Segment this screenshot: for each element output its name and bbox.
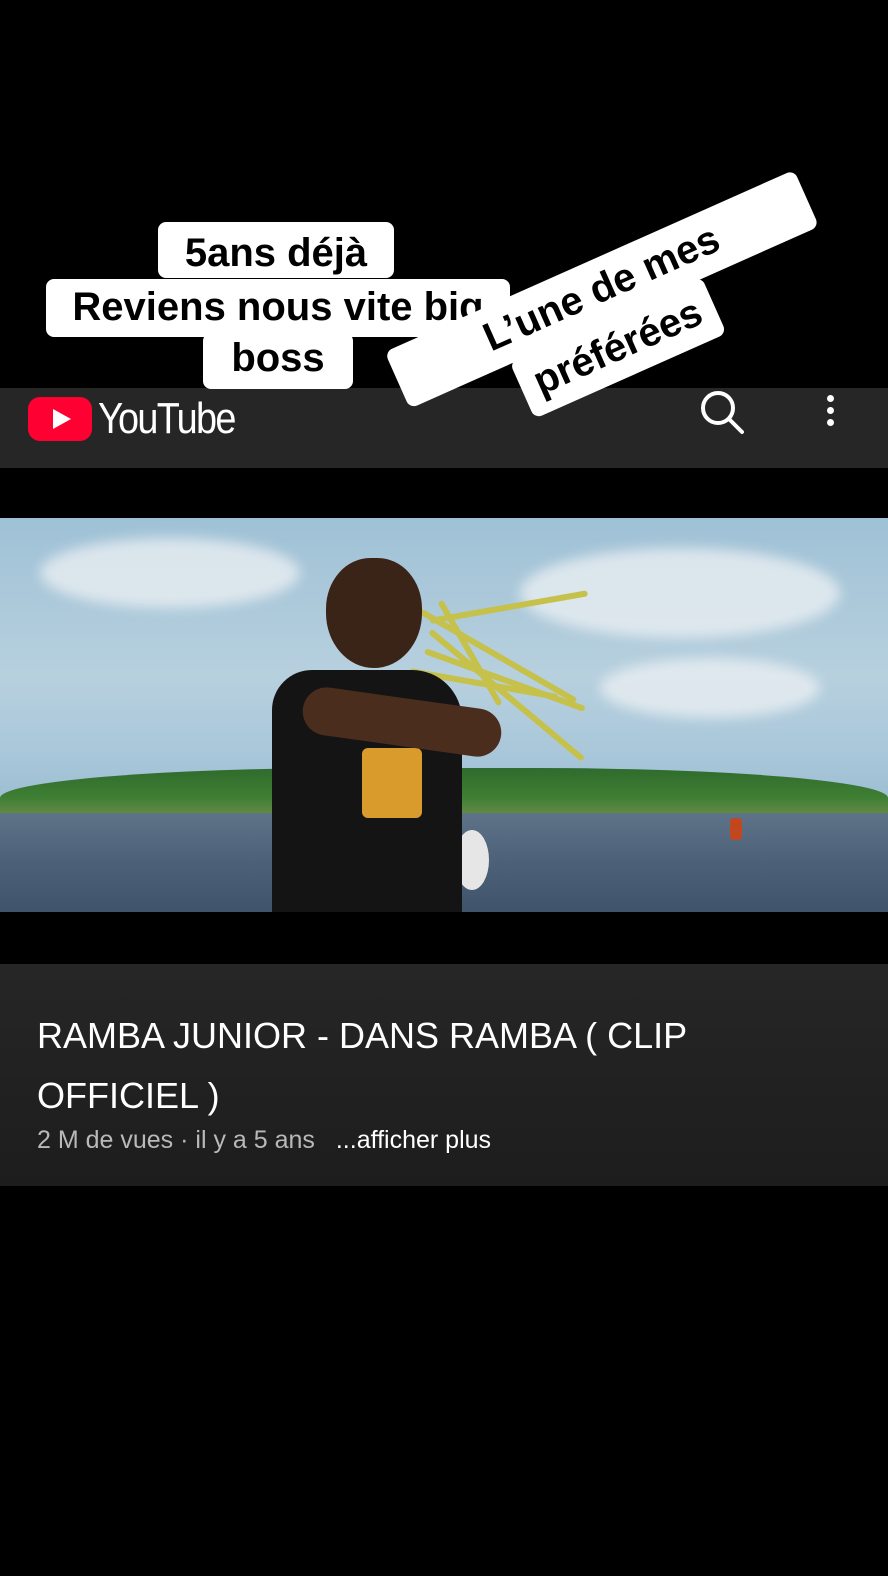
search-icon bbox=[701, 391, 744, 434]
youtube-play-icon bbox=[28, 397, 92, 441]
search-button[interactable] bbox=[698, 388, 746, 436]
youtube-logo[interactable]: YouTube bbox=[28, 394, 257, 444]
performer bbox=[262, 558, 505, 912]
video-meta: 2 M de vues · il y a 5 ans ...afficher p… bbox=[37, 1126, 491, 1155]
show-more-link[interactable]: ...afficher plus bbox=[336, 1126, 491, 1154]
video-player[interactable] bbox=[0, 518, 888, 912]
more-options-button[interactable] bbox=[818, 390, 842, 434]
caption-line-3: boss bbox=[203, 333, 353, 389]
video-title[interactable]: RAMBA JUNIOR - DANS RAMBA ( CLIP OFFICIE… bbox=[37, 1006, 857, 1126]
head bbox=[326, 558, 422, 668]
more-vertical-icon bbox=[818, 395, 842, 426]
buoy bbox=[730, 818, 742, 840]
caption-line-1: 5ans déjà bbox=[158, 222, 394, 278]
sky-cloud bbox=[600, 658, 820, 718]
shirt-print bbox=[362, 748, 422, 818]
views-and-date: 2 M de vues · il y a 5 ans bbox=[37, 1126, 315, 1154]
app-name: YouTube bbox=[98, 394, 236, 443]
sky-cloud bbox=[40, 538, 300, 608]
video-info: RAMBA JUNIOR - DANS RAMBA ( CLIP OFFICIE… bbox=[0, 964, 888, 1186]
